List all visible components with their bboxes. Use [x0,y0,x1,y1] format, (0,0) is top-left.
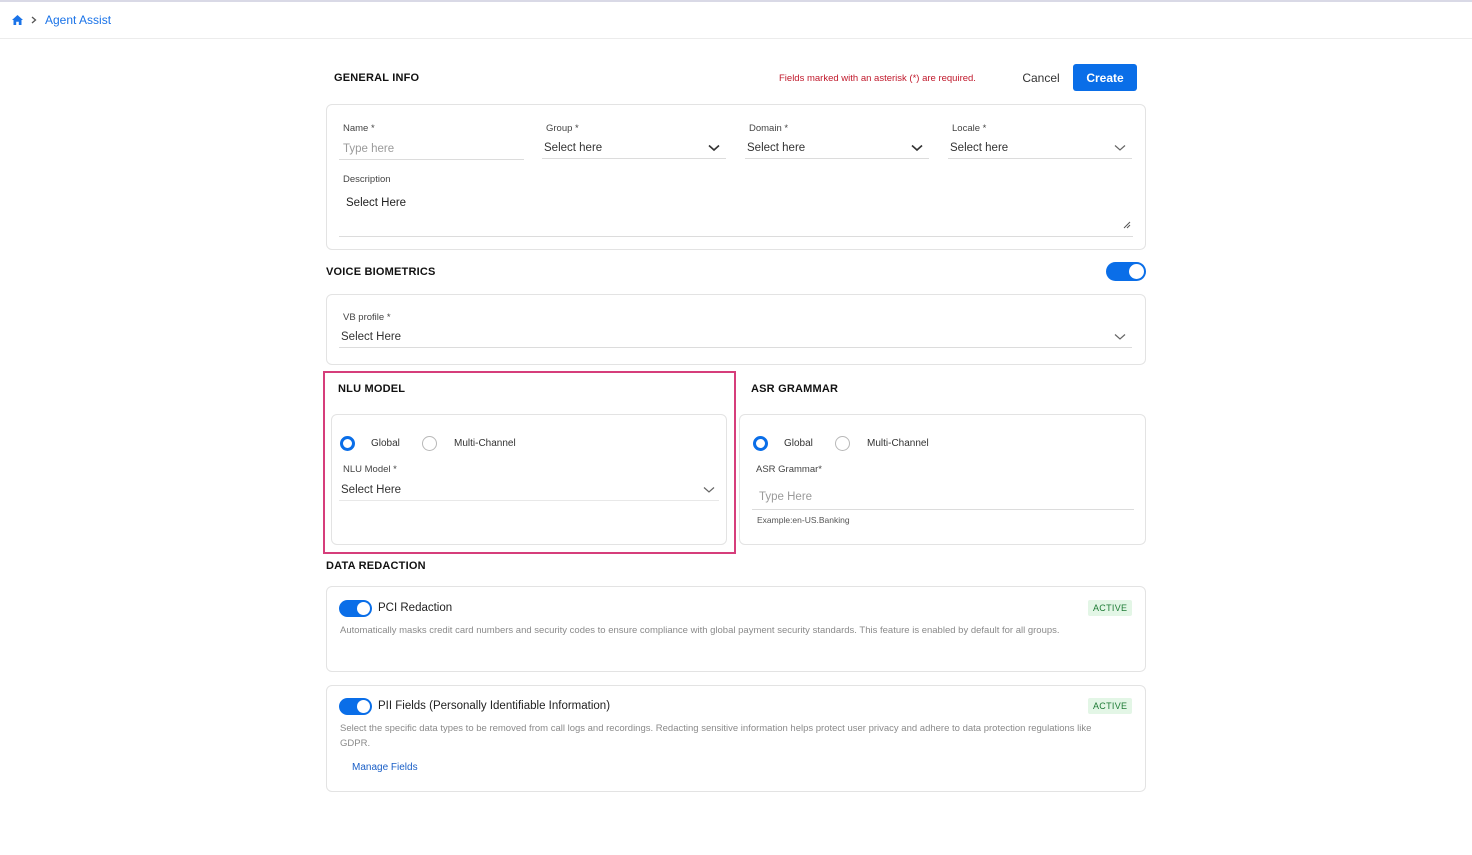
asr-radio-multichannel[interactable] [835,436,850,451]
domain-select[interactable]: Select here [745,137,929,159]
asr-grammar-input[interactable]: Type Here [752,484,1134,510]
asr-radio-global-label: Global [784,438,813,449]
name-field[interactable]: Type here [339,138,524,160]
locale-select[interactable]: Select here [948,137,1132,159]
asr-grammar-card [739,414,1146,545]
asr-radio-global[interactable] [753,436,768,451]
header-divider [0,38,1472,39]
locale-label: Locale * [952,123,987,134]
group-select[interactable]: Select here [542,137,726,159]
voice-biometrics-title: VOICE BIOMETRICS [326,266,436,278]
general-info-title: GENERAL INFO [334,72,420,84]
asr-grammar-title: ASR GRAMMAR [751,383,839,395]
toggle-knob [1129,264,1144,279]
description-textarea[interactable]: Select Here [339,190,1133,237]
toggle-knob [357,700,370,713]
voice-biometrics-toggle[interactable] [1106,262,1146,281]
vb-profile-select[interactable]: Select Here [339,326,1132,348]
vb-profile-label: VB profile * [343,312,391,323]
name-label: Name * [343,123,375,134]
chevron-down-icon [1114,328,1126,346]
chevron-down-icon [1114,139,1126,157]
chevron-down-icon [708,139,720,157]
description-label: Description [343,174,391,185]
chevron-down-icon [911,139,923,157]
group-value: Select here [544,141,603,154]
group-label: Group * [546,123,579,134]
resize-handle-icon[interactable] [1123,216,1131,234]
nlu-model-highlight-box [323,371,736,554]
asr-grammar-placeholder: Type Here [759,490,813,503]
asr-radio-multichannel-label: Multi-Channel [867,438,929,449]
pci-status-badge: ACTIVE [1088,600,1133,616]
top-border [0,0,1472,2]
pii-fields-title: PII Fields (Personally Identifiable Info… [378,700,611,712]
pii-fields-description: Select the specific data types to be rem… [340,723,1092,749]
pii-status-badge: ACTIVE [1088,698,1133,714]
home-icon[interactable] [12,15,23,25]
pci-redaction-title: PCI Redaction [378,602,453,614]
vb-profile-value: Select Here [341,330,402,343]
data-redaction-title: DATA REDACTION [326,560,426,572]
asr-grammar-hint: Example:en-US.Banking [757,515,850,525]
domain-value: Select here [747,141,806,154]
create-button[interactable]: Create [1073,64,1137,91]
locale-value: Select here [950,141,1009,154]
toggle-knob [357,602,370,615]
domain-label: Domain * [749,123,789,134]
cancel-button[interactable]: Cancel [1016,70,1066,86]
breadcrumb-current[interactable]: Agent Assist [45,13,111,27]
name-placeholder: Type here [343,142,395,155]
pii-fields-toggle[interactable] [339,698,372,715]
manage-fields-link[interactable]: Manage Fields [352,762,418,773]
required-note: Fields marked with an asterisk (*) are r… [779,73,976,84]
chevron-right-icon [31,16,37,24]
description-placeholder: Select Here [346,197,407,209]
pci-redaction-toggle[interactable] [339,600,372,617]
asr-grammar-label: ASR Grammar* [756,464,822,475]
pci-redaction-description: Automatically masks credit card numbers … [340,625,1060,636]
breadcrumb: Agent Assist [12,12,111,28]
